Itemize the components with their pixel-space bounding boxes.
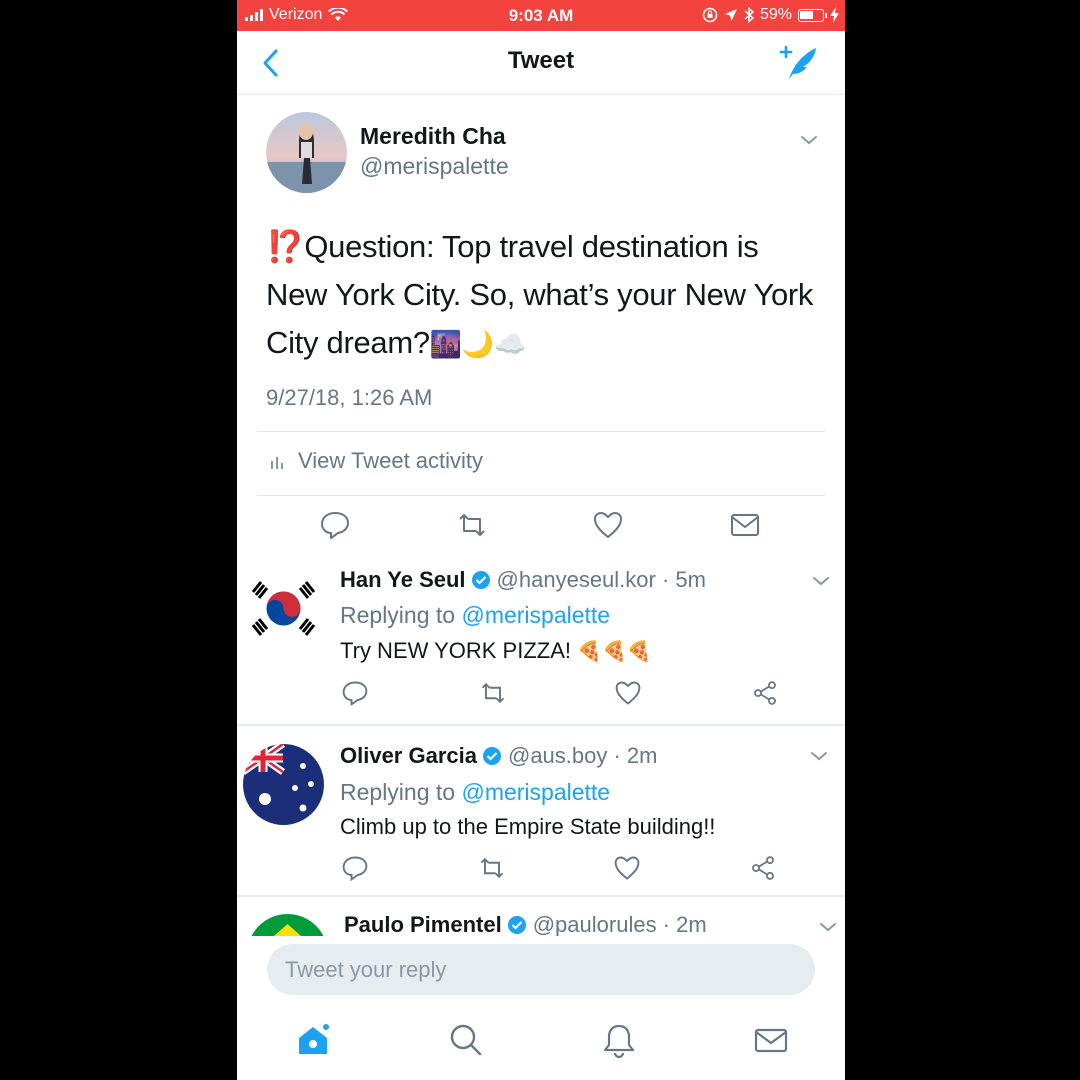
verified-badge-icon — [471, 571, 490, 589]
tweet-timestamp: 9/27/18, 1:26 AM — [266, 385, 433, 410]
reply-body: Try NEW YORK PIZZA! — [340, 638, 578, 663]
activity-label: View Tweet activity — [298, 448, 484, 473]
replying-to: Replying to @merispalette — [340, 779, 610, 806]
main-tweet-actions — [237, 509, 845, 549]
reply-author-handle[interactable]: @paulorules · 2m — [533, 912, 707, 936]
phone-screen: Verizon 9:03 AM 59% Tweet Meredith Cha @… — [237, 0, 845, 1080]
pizza-emoji: 🍕🍕🍕 — [577, 639, 652, 663]
chevron-down-icon[interactable] — [818, 920, 838, 934]
reply-header: Han Ye Seul @hanyeseul.kor · 5m — [340, 567, 706, 593]
lock-rotation-icon — [702, 7, 718, 23]
bluetooth-icon — [744, 7, 754, 23]
message-icon[interactable] — [729, 509, 761, 541]
retweet-icon[interactable] — [456, 509, 488, 541]
page-title: Tweet — [507, 47, 575, 74]
charging-icon — [830, 7, 839, 23]
like-icon[interactable] — [614, 679, 642, 707]
reply-tweet[interactable]: Paulo Pimentel @paulorules · 2m — [237, 898, 845, 936]
replying-prefix: Replying to — [340, 779, 456, 805]
reply-icon[interactable] — [341, 854, 369, 882]
reply-author-name[interactable]: Han Ye Seul — [340, 567, 466, 593]
battery-icon — [798, 8, 827, 22]
reply-icon[interactable] — [319, 509, 351, 541]
divider — [257, 495, 825, 496]
verified-badge-icon — [507, 916, 526, 934]
tweet-body: Question: Top travel destination is New … — [266, 229, 814, 360]
reply-separator — [237, 895, 845, 897]
notifications-bell-icon[interactable] — [601, 1022, 637, 1058]
mention-link[interactable]: @merispalette — [461, 602, 610, 628]
tweet-emoji: 🌆🌙☁️ — [429, 330, 527, 360]
like-icon[interactable] — [613, 854, 641, 882]
interrobang-emoji: ⁉️ — [266, 229, 305, 264]
reply-icon[interactable] — [341, 679, 369, 707]
activity-chart-icon — [271, 457, 283, 469]
chevron-down-icon[interactable] — [811, 574, 831, 588]
reply-input[interactable] — [267, 944, 815, 995]
nav-bar: Tweet — [237, 31, 845, 95]
battery-percent: 59% — [759, 6, 792, 23]
reply-author-name[interactable]: Oliver Garcia — [340, 743, 477, 769]
reply-avatar-australia-flag[interactable] — [243, 744, 324, 825]
view-activity-link[interactable]: View Tweet activity — [270, 448, 483, 474]
tweet-text: ⁉️Question: Top travel destination is Ne… — [266, 223, 826, 369]
messages-icon[interactable] — [753, 1022, 789, 1058]
divider — [257, 431, 825, 432]
reply-text: Climb up to the Empire State building!! — [340, 814, 715, 840]
chevron-down-icon[interactable] — [799, 133, 819, 147]
reply-header: Paulo Pimentel @paulorules · 2m — [344, 912, 707, 936]
mention-link[interactable]: @merispalette — [461, 779, 610, 805]
reply-avatar-brazil-flag[interactable] — [247, 914, 328, 936]
reply-author-name[interactable]: Paulo Pimentel — [344, 912, 502, 936]
replying-prefix: Replying to — [340, 602, 456, 628]
like-icon[interactable] — [592, 509, 624, 541]
reply-body: Climb up to the Empire State building!! — [340, 814, 716, 839]
author-handle[interactable]: @merispalette — [360, 153, 509, 180]
status-bar: Verizon 9:03 AM 59% — [237, 0, 845, 31]
compose-tweet-icon[interactable] — [779, 43, 819, 83]
reply-separator — [237, 724, 845, 726]
retweet-icon[interactable] — [479, 679, 507, 707]
home-icon[interactable] — [295, 1022, 331, 1058]
reply-author-handle[interactable]: @aus.boy · 2m — [508, 743, 658, 769]
replying-to: Replying to @merispalette — [340, 602, 610, 629]
retweet-icon[interactable] — [478, 854, 506, 882]
verified-badge-icon — [482, 747, 501, 765]
reply-avatar-south-korea-flag[interactable] — [243, 568, 324, 649]
share-icon[interactable] — [751, 679, 779, 707]
tab-bar — [237, 1000, 845, 1080]
share-icon[interactable] — [749, 854, 777, 882]
reply-header: Oliver Garcia @aus.boy · 2m — [340, 743, 657, 769]
reply-text: Try NEW YORK PIZZA! 🍕🍕🍕 — [340, 638, 652, 664]
search-icon[interactable] — [448, 1022, 484, 1058]
author-avatar[interactable] — [266, 112, 347, 193]
reply-compose-box[interactable] — [267, 944, 815, 995]
reply-author-handle[interactable]: @hanyeseul.kor · 5m — [497, 567, 706, 593]
status-right: 59% — [702, 6, 839, 24]
author-name[interactable]: Meredith Cha — [360, 123, 506, 150]
chevron-down-icon[interactable] — [809, 749, 829, 763]
location-icon — [724, 9, 737, 21]
